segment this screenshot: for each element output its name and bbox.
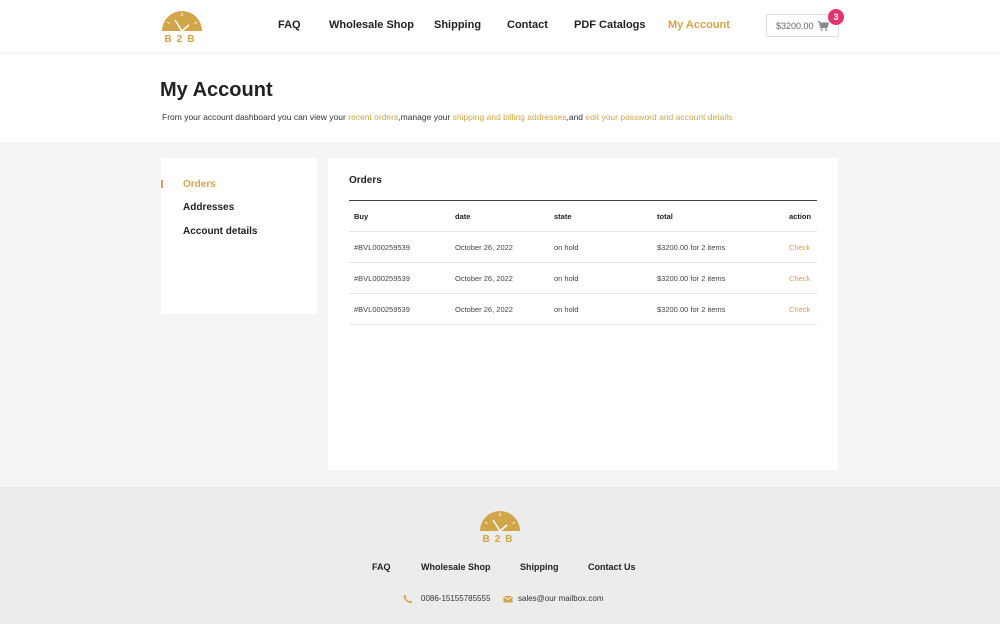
footer-link-shipping[interactable]: Shipping — [520, 562, 559, 572]
intro-prefix: From your account dashboard you can view… — [162, 112, 349, 122]
account-sidebar: Orders Addresses Account details — [161, 158, 317, 314]
phone-icon — [403, 594, 413, 604]
order-number: #BVL000259539 — [354, 274, 410, 283]
order-number: #BVL000259539 — [354, 305, 410, 314]
column-header-state: state — [554, 212, 572, 221]
order-state: on hold — [554, 274, 579, 283]
footer-link-contact-us[interactable]: Contact Us — [588, 562, 636, 572]
order-date: October 26, 2022 — [455, 243, 513, 252]
check-order-link[interactable]: Check — [789, 263, 810, 294]
active-marker — [161, 180, 163, 188]
nav-my-account[interactable]: My Account — [668, 19, 730, 31]
table-row: #BVL000259539 October 26, 2022 on hold $… — [349, 294, 817, 325]
column-header-total: total — [657, 212, 673, 221]
nav-contact[interactable]: Contact — [507, 19, 548, 31]
column-header-action: action — [789, 212, 812, 221]
nav-wholesale-shop[interactable]: Wholesale Shop — [329, 19, 414, 31]
footer-link-faq[interactable]: FAQ — [372, 562, 391, 572]
footer-link-wholesale-shop[interactable]: Wholesale Shop — [421, 562, 491, 572]
order-total: $3200.00 for 2 items — [657, 305, 726, 314]
order-total: $3200.00 for 2 items — [657, 243, 726, 252]
orders-panel: Orders Buy date state total action #BVL0… — [328, 158, 838, 470]
order-date: October 26, 2022 — [455, 274, 513, 283]
orders-title: Orders — [349, 175, 382, 186]
order-state: on hold — [554, 305, 579, 314]
nav-pdf-catalogs[interactable]: PDF Catalogs — [574, 19, 646, 31]
sidebar-item-account-details[interactable]: Account details — [183, 226, 257, 237]
check-order-link[interactable]: Check — [789, 232, 810, 263]
order-state: on hold — [554, 243, 579, 252]
table-row: #BVL000259539 October 26, 2022 on hold $… — [349, 232, 817, 263]
table-row: #BVL000259539 October 26, 2022 on hold $… — [349, 263, 817, 294]
site-footer: B2B FAQ Wholesale Shop Shipping Contact … — [0, 487, 1000, 624]
column-header-date: date — [455, 212, 471, 221]
cart-count-badge: 3 — [828, 9, 844, 25]
sidebar-item-addresses[interactable]: Addresses — [183, 202, 234, 213]
table-header-row: Buy date state total action — [349, 201, 817, 232]
column-header-buy: Buy — [354, 212, 369, 221]
nav-faq[interactable]: FAQ — [278, 19, 301, 31]
order-date: October 26, 2022 — [455, 305, 513, 314]
check-order-link[interactable]: Check — [789, 294, 810, 325]
addresses-link[interactable]: shipping and billing addresses — [453, 112, 567, 122]
cart-amount: $3200.00 — [776, 21, 814, 31]
footer-phone[interactable]: 0086-15155785555 — [421, 594, 490, 603]
footer-logo-icon[interactable]: B2B — [479, 509, 521, 543]
intro-mid-2: ,and — [566, 112, 586, 122]
orders-table: Buy date state total action #BVL00025953… — [349, 200, 817, 325]
order-total: $3200.00 for 2 items — [657, 274, 726, 283]
intro-mid-1: ,manage your — [398, 112, 453, 122]
cart-icon — [817, 20, 829, 31]
main-nav: FAQ Wholesale Shop Shipping Contact PDF … — [0, 0, 1000, 52]
sidebar-item-orders[interactable]: Orders — [183, 179, 216, 190]
site-header: B2B FAQ Wholesale Shop Shipping Contact … — [0, 0, 1000, 52]
footer-logo-text: B2B — [482, 534, 517, 543]
page-title: My Account — [160, 79, 273, 101]
mail-icon — [503, 596, 513, 603]
intro-text: From your account dashboard you can view… — [162, 112, 732, 122]
page-header: My Account From your account dashboard y… — [0, 52, 1000, 142]
footer-email[interactable]: sales@our mailbox.com — [518, 594, 603, 603]
account-details-link[interactable]: edit your password and account details — [585, 112, 732, 122]
recent-orders-link[interactable]: recent orders — [348, 112, 398, 122]
order-number: #BVL000259539 — [354, 243, 410, 252]
nav-shipping[interactable]: Shipping — [434, 19, 481, 31]
